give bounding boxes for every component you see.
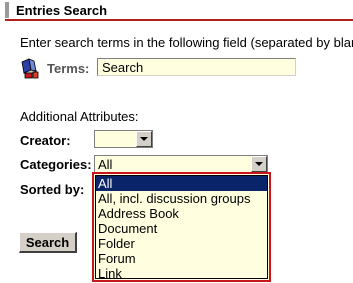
categories-dropdown-list[interactable]: All All, incl. discussion groups Address B… [92, 172, 271, 282]
dropdown-option[interactable]: Address Book [96, 206, 267, 221]
categories-label: Categories: [20, 157, 92, 172]
page-title: Entries Search [16, 3, 108, 18]
categories-select[interactable]: All [94, 155, 268, 173]
search-terms-icon [20, 58, 40, 80]
header-divider [5, 19, 353, 21]
creator-select[interactable] [94, 130, 153, 148]
chevron-down-icon[interactable] [251, 156, 267, 172]
categories-select-value: All [98, 157, 113, 172]
dropdown-option[interactable]: Link [96, 266, 267, 281]
terms-label: Terms: [47, 61, 90, 76]
panel-header: Entries Search [0, 0, 353, 21]
instructions-text: Enter search terms in the following fiel… [20, 35, 353, 50]
search-button[interactable]: Search [19, 232, 77, 253]
header-accent-bar [5, 2, 9, 18]
dropdown-option[interactable]: Folder [96, 236, 267, 251]
chevron-down-icon[interactable] [136, 131, 152, 147]
creator-label: Creator: [20, 133, 71, 148]
dropdown-option[interactable]: Document [96, 221, 267, 236]
terms-input[interactable] [97, 58, 296, 76]
entries-search-panel: Entries Search Enter search terms in the… [0, 0, 353, 283]
dropdown-option[interactable]: All, incl. discussion groups [96, 191, 267, 206]
dropdown-options: All All, incl. discussion groups Address B… [95, 175, 268, 281]
dropdown-option[interactable]: All [96, 176, 267, 191]
additional-attributes-heading: Additional Attributes: [20, 109, 139, 124]
dropdown-option[interactable]: Forum [96, 251, 267, 266]
sorted-by-label: Sorted by: [20, 182, 85, 197]
